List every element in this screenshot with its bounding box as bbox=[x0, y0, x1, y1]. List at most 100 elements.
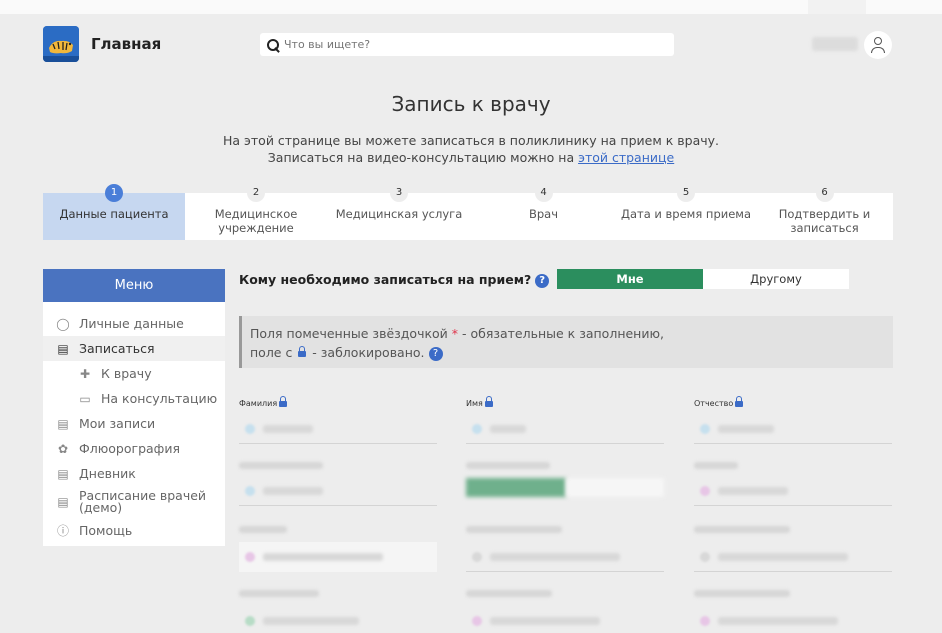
step-number: 5 bbox=[677, 184, 695, 202]
step-medical-institution[interactable]: 2 Медицинское учреждение bbox=[185, 184, 327, 240]
menu-item-consultation[interactable]: ▭ На консультацию bbox=[43, 386, 225, 411]
blurred-label bbox=[466, 590, 552, 597]
blurred-label bbox=[694, 526, 790, 533]
menu-item-label: Помощь bbox=[79, 523, 133, 538]
search-input[interactable] bbox=[284, 38, 664, 51]
menu-item-personal-data[interactable]: ◯ Личные данные bbox=[43, 311, 225, 336]
menu-item-doctor-schedule[interactable]: ▤ Расписание врачей (демо) bbox=[43, 486, 225, 518]
notice-text: Поля помеченные звёздочкой bbox=[250, 326, 452, 341]
page-subtitle: На этой странице вы можете записаться в … bbox=[0, 132, 942, 166]
blurred-label bbox=[694, 590, 790, 597]
step-label: Данные пациента bbox=[59, 207, 169, 221]
blurred-label bbox=[466, 462, 550, 469]
step-doctor[interactable]: 4 Врач bbox=[471, 184, 616, 240]
menu-item-fluorography[interactable]: ✿ Флюорография bbox=[43, 436, 225, 461]
field-icon bbox=[245, 552, 255, 562]
step-number: 3 bbox=[390, 184, 408, 202]
step-date-time[interactable]: 5 Дата и время приема bbox=[616, 184, 756, 240]
step-medical-service[interactable]: 3 Медицинская услуга bbox=[327, 184, 471, 240]
user-avatar-icon[interactable] bbox=[864, 31, 892, 59]
recipient-toggle[interactable]: Мне Другому bbox=[557, 269, 849, 289]
menu-item-to-doctor[interactable]: ✚ К врачу bbox=[43, 361, 225, 386]
step-patient-data[interactable]: 1 Данные пациента bbox=[43, 184, 185, 240]
cross-icon: ✚ bbox=[79, 366, 91, 381]
field-icon bbox=[472, 616, 482, 626]
blurred-value bbox=[718, 553, 848, 561]
blurred-value bbox=[263, 553, 383, 561]
gender-toggle-other[interactable] bbox=[566, 478, 664, 497]
menu-item-book[interactable]: ▤ Записаться bbox=[43, 336, 225, 361]
menu-header: Меню bbox=[43, 269, 225, 302]
required-fields-notice: Поля помеченные звёздочкой * - обязатель… bbox=[239, 316, 893, 368]
toggle-option-other[interactable]: Другому bbox=[703, 269, 849, 289]
home-link[interactable]: Главная bbox=[91, 35, 161, 53]
subtitle-line-2: Записаться на видео-консультацию можно н… bbox=[0, 149, 942, 166]
help-icon[interactable]: ? bbox=[535, 273, 550, 288]
notice-text: поле с bbox=[250, 345, 297, 360]
search-box[interactable] bbox=[260, 33, 674, 56]
menu-item-label: Флюорография bbox=[79, 441, 180, 456]
who-question: Кому необходимо записаться на прием?? bbox=[239, 272, 550, 288]
blurred-label bbox=[239, 526, 287, 533]
video-consultation-link[interactable]: этой странице bbox=[578, 150, 674, 165]
blurred-value bbox=[490, 425, 526, 433]
step-number: 4 bbox=[534, 184, 553, 202]
label-text: Фамилия bbox=[239, 399, 278, 408]
step-number: 6 bbox=[815, 184, 834, 202]
search-icon bbox=[266, 38, 280, 52]
menu-item-label: Дневник bbox=[79, 466, 136, 481]
field-icon bbox=[245, 424, 255, 434]
lock-icon bbox=[484, 395, 493, 407]
blurred-value bbox=[490, 617, 600, 625]
lock-icon bbox=[298, 345, 307, 357]
phone-field[interactable] bbox=[239, 606, 437, 633]
step-label: Медицинское учреждение bbox=[214, 207, 298, 235]
field-icon bbox=[245, 616, 255, 626]
birthdate-field[interactable] bbox=[239, 476, 437, 506]
help-icon[interactable]: ? bbox=[428, 346, 443, 361]
toggle-option-me[interactable]: Мне bbox=[557, 269, 703, 289]
menu-item-label: Мои записи bbox=[79, 416, 156, 431]
blurred-user-name bbox=[812, 37, 858, 51]
field-icon bbox=[700, 424, 710, 434]
region-emblem-logo[interactable] bbox=[43, 26, 79, 62]
lastname-field[interactable] bbox=[239, 414, 437, 444]
subtitle-line-2-text: Записаться на видео-консультацию можно н… bbox=[267, 150, 579, 165]
document-icon: ▤ bbox=[57, 341, 69, 356]
menu-item-diary[interactable]: ▤ Дневник bbox=[43, 461, 225, 486]
lock-icon bbox=[735, 395, 744, 407]
menu-item-label: На консультацию bbox=[101, 391, 218, 406]
notebook-icon: ▤ bbox=[57, 495, 69, 509]
label-lastname: Фамилия bbox=[239, 395, 289, 408]
blurred-label bbox=[694, 462, 738, 469]
subtitle-line-1: На этой странице вы можете записаться в … bbox=[223, 133, 719, 148]
field-icon bbox=[700, 552, 710, 562]
menu-item-label: Записаться bbox=[79, 341, 155, 356]
step-confirm[interactable]: 6 Подтвердить и записаться bbox=[756, 184, 893, 240]
person-icon: ◯ bbox=[56, 316, 70, 331]
step-label: Дата и время приема bbox=[620, 207, 752, 221]
field-icon bbox=[472, 424, 482, 434]
document-field[interactable] bbox=[466, 542, 664, 572]
label-text: Отчество bbox=[694, 399, 734, 408]
label-patronymic: Отчество bbox=[694, 395, 745, 408]
address-field[interactable] bbox=[694, 606, 892, 633]
gender-toggle-selected[interactable] bbox=[466, 478, 566, 497]
step-number: 1 bbox=[105, 184, 123, 202]
blurred-value bbox=[718, 617, 838, 625]
region-select[interactable] bbox=[239, 542, 437, 572]
menu-item-help[interactable]: ⓘ Помощь bbox=[43, 518, 225, 543]
menu-item-label: К врачу bbox=[101, 366, 152, 381]
notice-line-2: поле с - заблокировано.? bbox=[250, 343, 893, 362]
patronymic-field[interactable] bbox=[694, 414, 892, 444]
menu-item-my-appointments[interactable]: ▤ Мои записи bbox=[43, 411, 225, 436]
document-number-field[interactable] bbox=[694, 542, 892, 572]
notice-line-1: Поля помеченные звёздочкой * - обязатель… bbox=[250, 324, 893, 343]
blurred-value bbox=[263, 487, 323, 495]
document-icon: ▤ bbox=[57, 416, 69, 431]
snils-field[interactable] bbox=[694, 476, 892, 506]
top-strip-highlight bbox=[808, 0, 866, 14]
email-field[interactable] bbox=[466, 606, 664, 633]
notebook-icon: ▤ bbox=[57, 466, 69, 481]
firstname-field[interactable] bbox=[466, 414, 664, 444]
